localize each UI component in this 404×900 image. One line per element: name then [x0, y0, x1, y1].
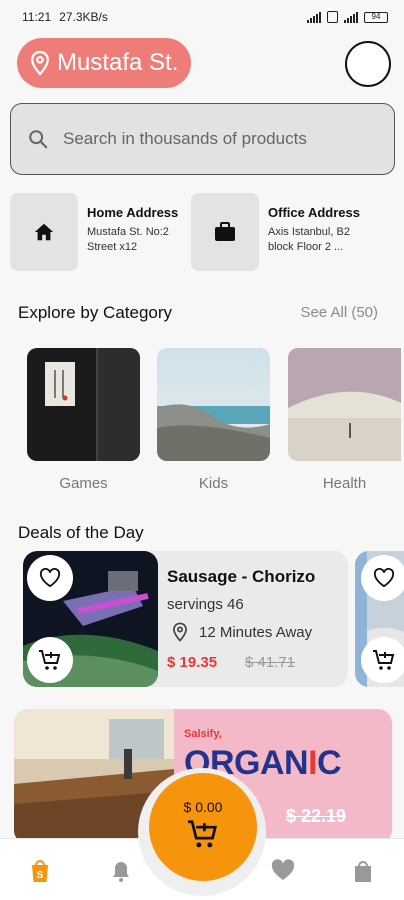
address-line: Mustafa St. No:2: [87, 226, 169, 238]
add-cart-icon: [373, 650, 395, 670]
add-to-cart-button[interactable]: [27, 637, 73, 683]
search-icon: [29, 130, 48, 149]
favorite-button[interactable]: [27, 555, 73, 601]
cart-total: $ 0.00: [183, 799, 223, 815]
category-card-health[interactable]: Health: [288, 348, 401, 492]
category-label: Kids: [198, 475, 229, 492]
address-line: Axis Istanbul, B2: [268, 226, 350, 238]
add-to-cart-button[interactable]: [361, 637, 404, 683]
address-icon-box: [191, 193, 259, 271]
category-image: [157, 348, 270, 461]
address-line: block Floor 2 ...: [268, 241, 344, 253]
deal-distance-label: 12 Minutes Away: [199, 623, 313, 641]
location-pin-icon: [173, 622, 187, 642]
address-title: Office Address: [268, 205, 360, 220]
search-input[interactable]: [63, 129, 363, 149]
status-net-speed: 27.3KB/s: [59, 10, 108, 24]
category-card-games[interactable]: Games: [27, 348, 140, 492]
category-card-kids[interactable]: Kids: [157, 348, 270, 492]
avatar[interactable]: [345, 41, 391, 87]
sim-icon: [327, 11, 338, 23]
category-image: [288, 348, 401, 461]
deal-distance: 12 Minutes Away: [171, 622, 312, 642]
promo-headline-part: C: [317, 744, 342, 782]
shop-bag-icon: S: [32, 860, 48, 882]
address-title: Home Address: [87, 205, 179, 220]
location-label: Mustafa St.: [57, 49, 179, 76]
deal-old-price: $ 41.71: [245, 654, 296, 671]
battery-icon: 94: [364, 11, 388, 23]
deals-section-title: Deals of the Day: [18, 523, 144, 542]
shopping-bag-icon: [355, 861, 371, 882]
svg-text:S: S: [37, 870, 44, 881]
search-bar[interactable]: [10, 103, 395, 175]
add-cart-icon: [39, 650, 61, 670]
address-card-home[interactable]: Home Address Mustafa St. No:2 Street x12: [10, 193, 183, 271]
promo-headline-accent: I: [308, 744, 318, 782]
signal-icon-2: [344, 11, 358, 23]
favorite-button[interactable]: [361, 555, 404, 601]
location-pin-icon: [31, 50, 49, 76]
promo-old-price: $ 22.19: [286, 806, 347, 826]
heart-outline-icon: [39, 568, 61, 588]
nav-shop[interactable]: S: [29, 859, 53, 883]
add-cart-icon: [188, 820, 218, 848]
heart-outline-icon: [373, 568, 395, 588]
cart-button[interactable]: $ 0.00: [149, 773, 257, 881]
signal-icon: [307, 11, 321, 23]
category-label: Health: [322, 475, 367, 492]
address-line: Street x12: [87, 241, 138, 253]
address-card-office[interactable]: Office Address Axis Istanbul, B2 block F…: [191, 193, 364, 271]
category-image: [27, 348, 140, 461]
category-section-title: Explore by Category: [18, 303, 173, 322]
deal-price: $ 19.35: [167, 654, 218, 671]
status-time: 11:21: [22, 10, 52, 24]
status-bar: 11:21 27.3KB/s 94: [0, 0, 404, 34]
bell-icon: [113, 862, 129, 882]
deal-card[interactable]: Sausage - Chorizo servings 46 12 Minutes…: [23, 551, 348, 687]
nav-orders[interactable]: [352, 859, 376, 883]
location-selector[interactable]: Mustafa St.: [17, 38, 191, 88]
promo-brand: Salsify,: [184, 728, 222, 740]
address-icon-box: [10, 193, 78, 271]
battery-level: 94: [371, 11, 381, 21]
deal-servings: servings 46: [167, 596, 244, 613]
home-icon: [34, 223, 54, 241]
category-label: Games: [59, 475, 108, 492]
deal-name: Sausage - Chorizo: [167, 567, 316, 586]
heart-icon: [271, 859, 295, 880]
see-all-link[interactable]: See All (50): [300, 304, 378, 321]
nav-favorites[interactable]: [271, 859, 295, 883]
nav-notifications[interactable]: [110, 859, 134, 883]
deal-card-next[interactable]: [355, 551, 404, 687]
briefcase-icon: [215, 222, 235, 241]
